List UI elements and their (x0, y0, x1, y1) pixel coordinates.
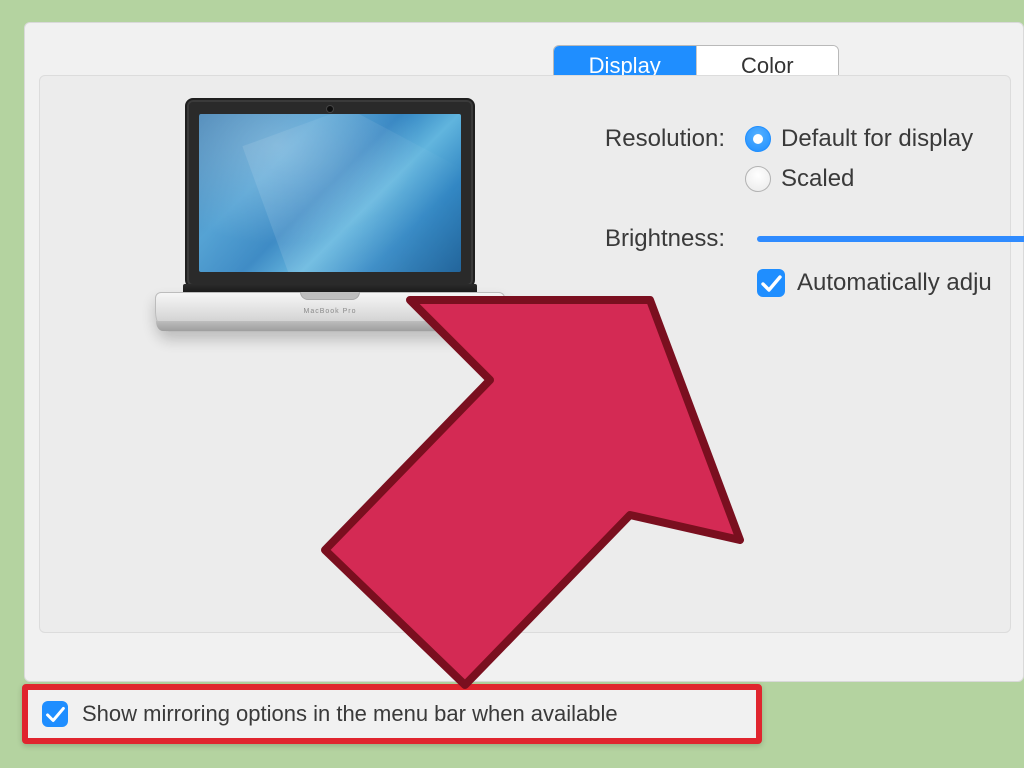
display-preferences-window: Display Color MacBook Pro Resolution: De… (24, 22, 1024, 682)
auto-brightness-row[interactable]: Automatically adju (757, 269, 992, 297)
display-preview-laptop: MacBook Pro (155, 98, 505, 358)
mirroring-option-label: Show mirroring options in the menu bar w… (82, 701, 618, 727)
checkbox-checked-icon (42, 701, 68, 727)
brightness-label: Brightness: (580, 225, 725, 253)
resolution-option-scaled-label: Scaled (781, 165, 854, 193)
mirroring-option-row[interactable]: Show mirroring options in the menu bar w… (22, 684, 762, 744)
resolution-radio-group: Default for display Scaled (745, 119, 973, 199)
brightness-slider[interactable] (757, 236, 1024, 242)
resolution-option-default-label: Default for display (781, 125, 973, 153)
resolution-label: Resolution: (585, 125, 725, 153)
radio-checked-icon (745, 126, 771, 152)
radio-unchecked-icon (745, 166, 771, 192)
laptop-brand-label: MacBook Pro (155, 308, 505, 315)
resolution-option-scaled[interactable]: Scaled (745, 159, 973, 199)
checkbox-checked-icon (757, 269, 785, 297)
laptop-notch (300, 292, 360, 300)
laptop-camera-icon (327, 106, 333, 112)
laptop-wallpaper (199, 114, 461, 272)
auto-brightness-label: Automatically adju (797, 269, 992, 297)
laptop-bezel (185, 98, 475, 288)
resolution-option-default[interactable]: Default for display (745, 119, 973, 159)
